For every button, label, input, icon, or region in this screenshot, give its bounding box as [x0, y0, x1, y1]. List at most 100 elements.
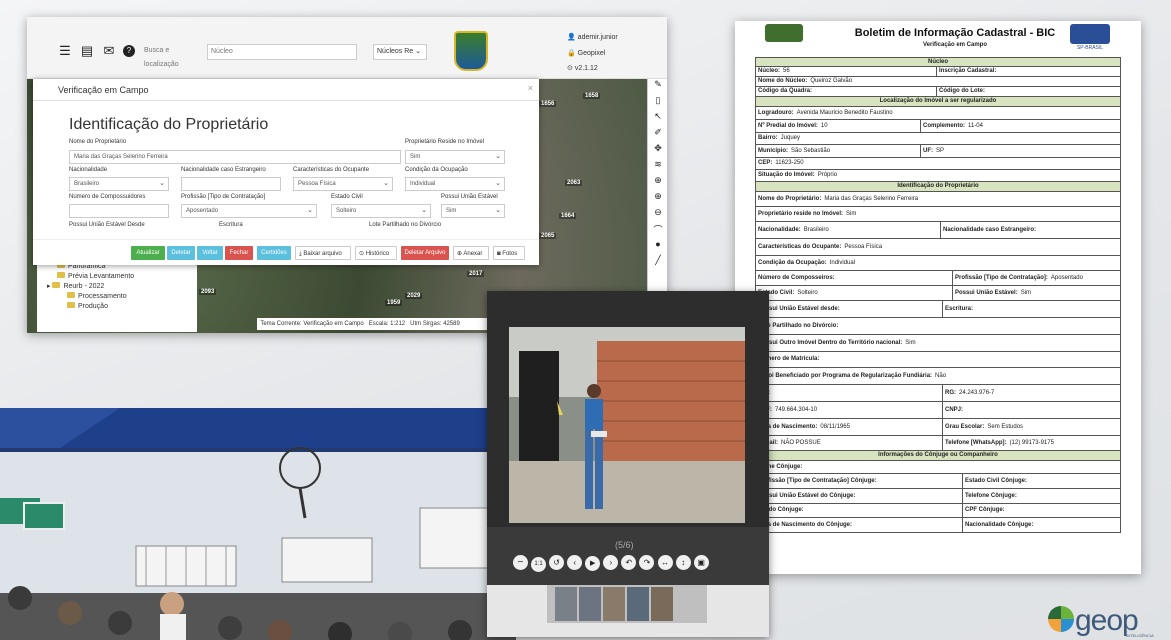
bic-field-value: Próprio — [817, 172, 838, 178]
nucleo-input[interactable]: Núcleo — [207, 44, 357, 60]
tree-item[interactable]: Processamento — [37, 292, 197, 302]
modal-button-row: Atualizar Deletar Voltar Fechar Certidõe… — [33, 239, 539, 265]
estado-civil-select[interactable]: Solteiro ⌄ — [331, 204, 431, 218]
rectangle-icon[interactable]: ▯ — [648, 95, 667, 111]
tree-item[interactable]: Produção — [37, 302, 197, 312]
nacionalidade-select[interactable]: Brasileiro ⌄ — [69, 177, 169, 191]
bic-field-label: Profissão [Tipo de Contratação]: — [955, 275, 1048, 281]
bic-row: Logradouro: Avenida Mauricio Benedito Fau… — [755, 107, 1121, 120]
history-icon: ⊙ — [359, 251, 365, 257]
info-icon[interactable]: ● — [648, 239, 667, 255]
bic-cell: CPF:749.664.304-10 — [756, 402, 942, 418]
anexar-button[interactable]: ⊕ Anexar — [453, 246, 489, 260]
bic-field-label: Possui União Estável desde: — [758, 306, 840, 312]
menu-icon[interactable]: ☰ — [57, 44, 73, 58]
bic-section-header: Núcleo — [755, 57, 1121, 67]
tree-item[interactable]: ▸ Reurb - 2022 — [37, 282, 197, 292]
zoom-in-icon[interactable]: ⊕ — [648, 191, 667, 207]
flip-horizontal-icon[interactable]: ↔ — [657, 555, 673, 570]
zoom-area-icon[interactable]: ⊕ — [648, 175, 667, 191]
fotos-button[interactable]: ◙ Fotos — [493, 246, 525, 260]
bic-field-label: Nacionalidade Cônjuge: — [965, 522, 1034, 528]
layer-tree: Panorâmica Prévia Levantamento ▸ Reurb -… — [37, 262, 197, 332]
bic-row: Possui Outro Imóvel Dentro do Território… — [755, 335, 1121, 352]
nac-estrangeiro-field[interactable] — [181, 177, 281, 191]
chevron-down-icon: ⌄ — [495, 207, 501, 214]
chevron-down-icon: ⌄ — [159, 180, 165, 187]
close-icon[interactable]: × — [528, 83, 533, 93]
layers-icon[interactable]: ▤ — [79, 44, 95, 58]
bic-field-label: Telefone [WhatsApp]: — [945, 440, 1007, 446]
bic-row: RG do Cônjuge: CPF Cônjuge: — [755, 504, 1121, 518]
previous-icon[interactable]: ‹ — [567, 555, 583, 570]
search-input[interactable]: Busca e localização — [141, 44, 205, 68]
line-icon[interactable]: ╱ — [648, 255, 667, 271]
reset-icon[interactable]: ↺ — [549, 555, 565, 570]
certidoes-button[interactable]: Certidões — [257, 246, 291, 260]
app-toolbar: ☰ ▤ ✉ ? Busca e localização Núcleo Núcle… — [27, 17, 667, 79]
rotate-right-icon[interactable]: ↷ — [639, 555, 655, 570]
rotate-left-icon[interactable]: ↶ — [621, 555, 637, 570]
meeting-photo-image — [0, 408, 516, 640]
bic-cell: CNPJ: — [942, 402, 1120, 418]
bic-row: Profissão [Tipo de Contratação] Cônjuge:… — [755, 474, 1121, 489]
reside-select[interactable]: Sim ⌄ — [405, 150, 505, 164]
uniao-estavel-select[interactable]: Sim ⌄ — [441, 204, 505, 218]
lot-badge: 2063 — [565, 180, 583, 186]
flip-vertical-icon[interactable]: ↕ — [675, 555, 691, 570]
chevron-down-icon: ⌄ — [495, 180, 501, 187]
cursor-icon[interactable]: ↖ — [648, 111, 667, 127]
bic-field-value: 10 — [820, 123, 828, 129]
tree-item[interactable]: Prévia Levantamento — [37, 272, 197, 282]
nucleo-select[interactable]: Núcleos Re ⌄ — [373, 44, 427, 60]
play-icon[interactable]: ▶ — [585, 556, 601, 571]
nome-field[interactable]: Maria das Graças Selerino Ferreira — [69, 150, 401, 164]
draw-icon[interactable]: ✎ — [648, 79, 667, 95]
label-nac-estrangeiro: Nacionalidade caso Estrangeiro — [181, 167, 266, 173]
caracteristicas-select[interactable]: Pessoa Física ⌄ — [293, 177, 393, 191]
historico-button[interactable]: ⊙ Histórico — [355, 246, 397, 260]
actual-size-icon[interactable]: 1:1 — [531, 557, 547, 572]
bic-field-value: SP — [936, 148, 945, 154]
baixar-arquivo-button[interactable]: ⤓ Baixar arquivo — [295, 246, 351, 260]
edit-icon[interactable]: ✐ — [648, 127, 667, 143]
chevron-down-icon: ⌄ — [495, 153, 501, 160]
fechar-button[interactable]: Fechar — [225, 246, 253, 260]
deletar-button[interactable]: Deletar — [167, 246, 195, 260]
bic-field-value: Solteiro — [797, 290, 818, 296]
help-icon[interactable]: ? — [123, 45, 135, 57]
bic-cell: Possui Outro Imóvel Dentro do Território… — [756, 335, 1120, 351]
bic-row: Já foi Beneficiado por Programa de Regul… — [755, 368, 1121, 385]
bic-cell: Nacionalidade caso Estrangeiro: — [940, 222, 1120, 238]
bic-cell: RG: 24.243.976-7 — [942, 385, 1120, 401]
bic-cell: Nacionalidade: Brasileiro — [756, 222, 940, 238]
save-icon[interactable]: ▣ — [693, 555, 709, 570]
bic-cell: Nome do Núcleo: Queiroz Galvão — [756, 77, 1120, 86]
mail-icon[interactable]: ✉ — [101, 44, 117, 58]
chevron-down-icon: ⌄ — [307, 207, 313, 214]
next-icon[interactable]: › — [603, 555, 619, 570]
bic-cell: Nacionalidade Cônjuge: — [962, 518, 1120, 532]
bic-field-label: CEP: — [758, 160, 773, 166]
state-logo — [1070, 24, 1110, 44]
zoom-out-icon[interactable]: ⊖ — [648, 207, 667, 223]
bic-field-value: Pessoa Física — [844, 244, 883, 250]
municipality-crest — [454, 31, 488, 71]
voltar-button[interactable]: Voltar — [197, 246, 223, 260]
atualizar-button[interactable]: Atualizar — [131, 246, 165, 260]
bic-field-value: NÃO POSSUE — [781, 440, 821, 446]
bic-field-label: Possui Outro Imóvel Dentro do Território… — [758, 340, 903, 346]
deletar-arquivo-button[interactable]: Deletar Arquivo — [401, 246, 449, 260]
condicao-select[interactable]: Individual ⌄ — [405, 177, 505, 191]
layers-tool-icon[interactable]: ≋ — [648, 159, 667, 175]
move-icon[interactable]: ✥ — [648, 143, 667, 159]
org-name: 🔒 Geopixel — [567, 50, 606, 57]
zoom-out-icon[interactable]: − — [513, 555, 528, 570]
compossuidores-field[interactable] — [69, 204, 169, 218]
version-label: ⊙ v2.1.12 — [567, 65, 598, 72]
bic-cell: UF: SP — [920, 145, 1120, 157]
measure-icon[interactable]: ⌒ — [648, 223, 667, 239]
bic-field-value: 11-04 — [968, 123, 983, 129]
bic-cell: Núcleo: 56 — [756, 67, 936, 76]
profissao-select[interactable]: Aposentado ⌄ — [181, 204, 317, 218]
